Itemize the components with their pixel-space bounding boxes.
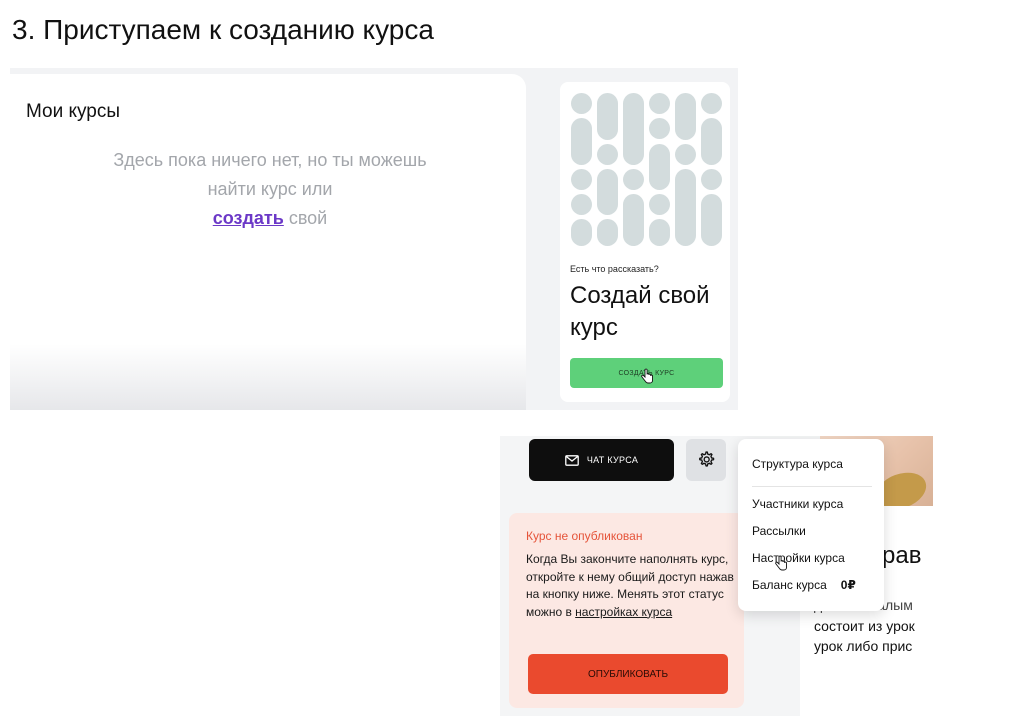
menu-item-structure[interactable]: Структура курса	[752, 457, 843, 471]
hand-cursor-icon	[775, 555, 787, 571]
my-courses-screenshot: Мои курсы Здесь пока ничего нет, но ты м…	[10, 68, 738, 410]
create-course-promo: Есть что рассказать? Создай свой курс СО…	[560, 82, 730, 402]
empty-state-tail: свой	[288, 208, 328, 228]
create-course-link[interactable]: создать	[213, 208, 284, 228]
course-title-fragment: рав	[882, 542, 922, 569]
empty-state-lead: Здесь пока ничего нет, но ты можешь найт…	[113, 150, 427, 199]
course-chat-label: ЧАТ КУРСА	[586, 455, 639, 465]
decorative-pattern	[571, 93, 722, 246]
balance-label: Баланс курса	[752, 578, 827, 592]
course-settings-button[interactable]	[686, 439, 726, 481]
description-line: урок либо прис	[814, 638, 913, 654]
menu-item-mailings[interactable]: Рассылки	[752, 524, 806, 538]
promo-headline: Создай свой курс	[570, 282, 710, 341]
hand-cursor-icon	[641, 368, 653, 384]
balance-value: 0₽	[840, 578, 856, 592]
menu-item-participants[interactable]: Участники курса	[752, 497, 843, 511]
menu-divider	[752, 486, 872, 487]
course-settings-link[interactable]: настройках курса	[575, 605, 672, 619]
menu-item-balance[interactable]: Баланс курса 0₽	[752, 578, 856, 592]
mail-icon	[565, 454, 579, 466]
menu-item-settings[interactable]: Настройки курса	[752, 551, 845, 565]
publish-button[interactable]: ОПУБЛИКОВАТЬ	[528, 654, 728, 694]
status-description: Когда Вы закончите наполнять курс, откро…	[526, 551, 738, 621]
publish-status-card: Курс не опубликован Когда Вы закончите н…	[509, 513, 744, 708]
description-line: состоит из урок	[814, 617, 915, 634]
status-title: Курс не опубликован	[526, 529, 643, 543]
promo-small-text: Есть что рассказать?	[570, 264, 659, 274]
empty-state-text: Здесь пока ничего нет, но ты можешь найт…	[110, 146, 430, 233]
course-page-screenshot: рав дело за малым состоит из урок урок л…	[500, 436, 933, 716]
my-courses-card: Мои курсы Здесь пока ничего нет, но ты м…	[10, 74, 526, 410]
settings-dropdown-menu: Структура курса Участники курса Рассылки…	[738, 439, 884, 611]
course-chat-button[interactable]: ЧАТ КУРСА	[529, 439, 674, 481]
my-courses-title: Мои курсы	[26, 101, 121, 122]
gear-icon	[699, 451, 715, 467]
page-heading: 3. Приступаем к созданию курса	[12, 14, 434, 45]
